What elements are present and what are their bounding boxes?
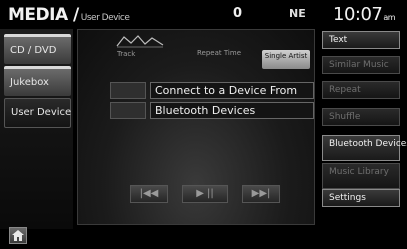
message-line-1: Connect to a Device From <box>150 82 314 99</box>
message-line-2: Bluetooth Devices <box>150 102 314 119</box>
message-icon-box <box>110 102 146 119</box>
sidebar-item-jukebox[interactable]: Jukebox <box>4 66 71 96</box>
play-pause-button[interactable]: ▶ || <box>182 185 228 203</box>
previous-track-button[interactable]: |◀◀ <box>130 185 168 203</box>
signal-icon: 0 <box>233 6 243 21</box>
top-bar: MEDIA / User Device 0 NE 10:07am <box>0 0 407 26</box>
next-track-button[interactable]: ▶▶| <box>242 185 280 203</box>
text-button[interactable]: Text <box>322 31 400 49</box>
clock-time: 10:07 <box>333 4 383 25</box>
repeat-button[interactable]: Repeat <box>322 81 400 99</box>
home-button[interactable] <box>9 227 27 244</box>
track-label: Track <box>117 50 136 58</box>
sidebar-item-cd-dvd[interactable]: CD / DVD <box>4 34 71 64</box>
sidebar-item-label: CD / DVD <box>10 45 57 56</box>
repeat-time-label: Repeat Time <box>197 49 241 57</box>
page-title: MEDIA / User Device <box>8 5 130 25</box>
source-sidebar: CD / DVD Jukebox User Device <box>0 29 73 229</box>
sidebar-item-user-device[interactable]: User Device <box>4 98 71 128</box>
settings-button[interactable]: Settings <box>322 189 400 207</box>
repeat-mode-button[interactable]: Single Artist <box>262 50 310 69</box>
title-text: MEDIA / <box>8 5 79 25</box>
message-icon-box <box>110 82 146 99</box>
phone-status-icon: NE <box>289 7 306 20</box>
title-subtitle: User Device <box>80 13 130 23</box>
clock: 10:07am <box>333 4 396 25</box>
sidebar-item-label: Jukebox <box>10 77 49 88</box>
track-wave-icon <box>116 35 164 48</box>
similar-music-button[interactable]: Similar Music <box>322 56 400 74</box>
clock-ampm: am <box>383 13 396 22</box>
shuffle-button[interactable]: Shuffle <box>322 108 400 126</box>
music-library-button[interactable]: Music Library <box>322 163 400 189</box>
home-icon <box>12 230 24 241</box>
bluetooth-devices-button[interactable]: Bluetooth Devices <box>322 135 407 161</box>
sidebar-item-label: User Device <box>11 107 72 118</box>
